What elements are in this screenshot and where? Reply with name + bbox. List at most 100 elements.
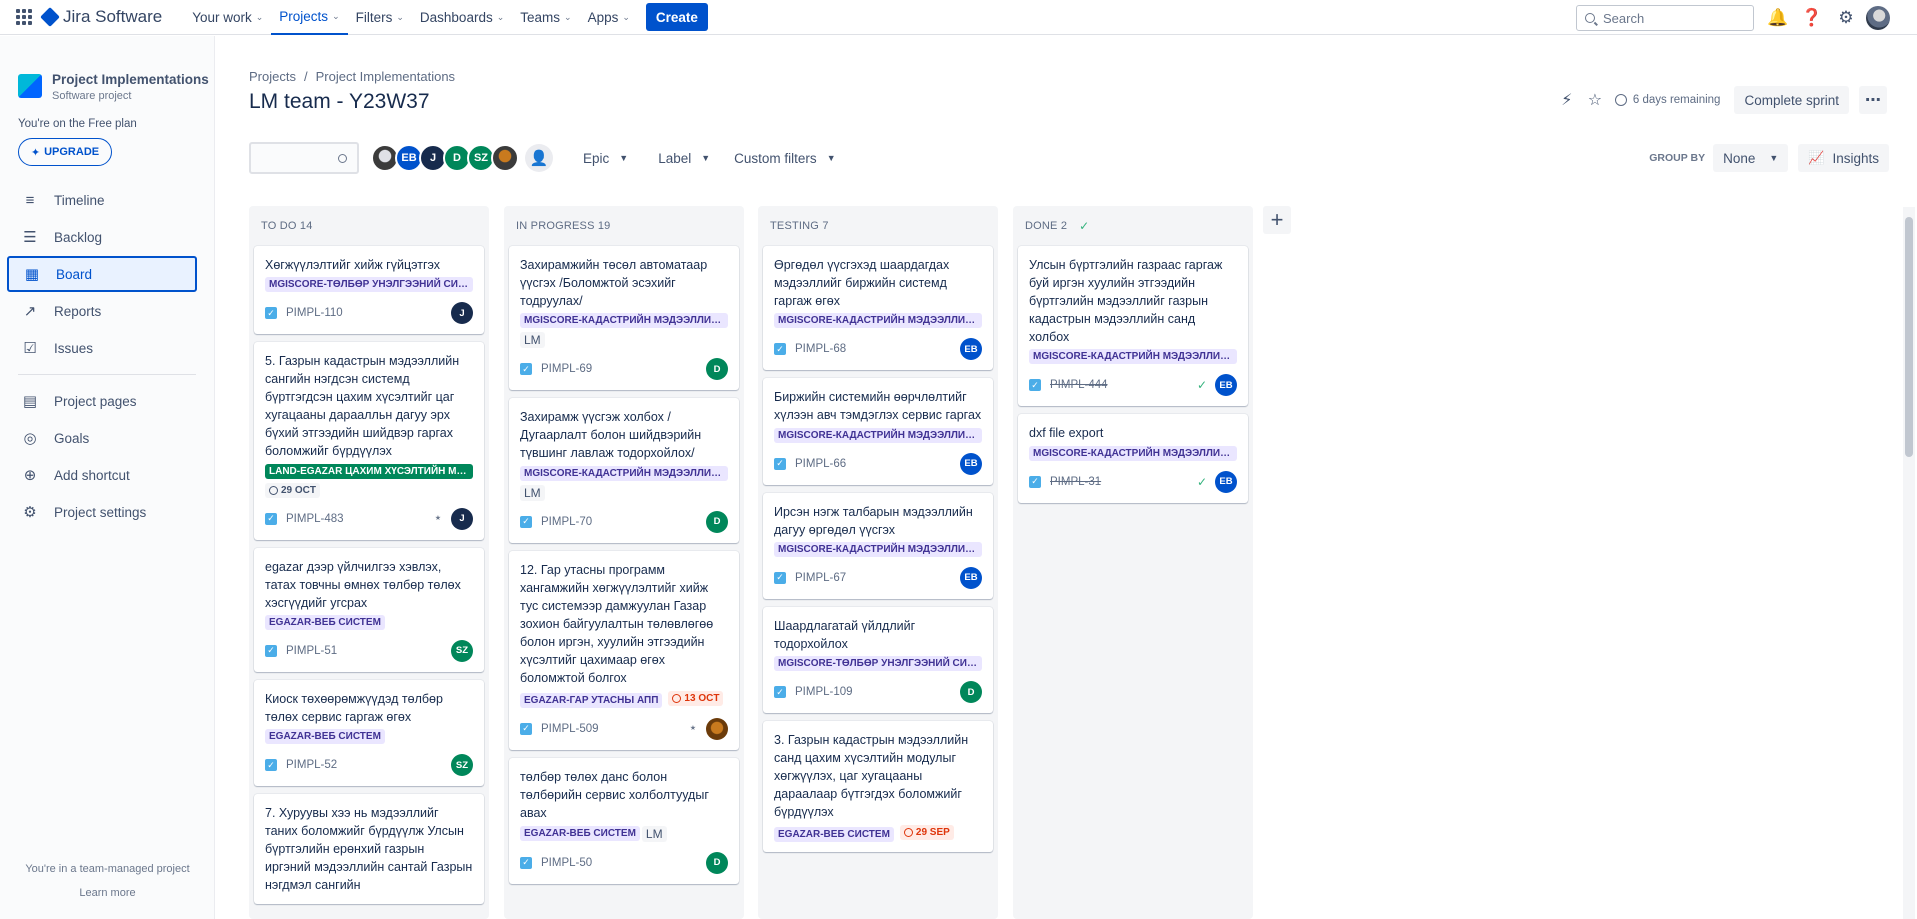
breadcrumb-projects[interactable]: Projects (249, 69, 296, 84)
custom-filters[interactable]: Custom filters ▼ (734, 151, 835, 166)
issue-card[interactable]: Өргөдөл үүсгэхэд шаардагдах мэдээллийг б… (763, 246, 993, 371)
issue-card[interactable]: Захирамж үүсгэж холбох / Дугаарлалт боло… (509, 398, 739, 543)
sidebar-item-board[interactable]: ▦ Board (7, 256, 197, 292)
column-header[interactable]: IN PROGRESS 19 (504, 206, 744, 246)
card-footer-right: EB (960, 452, 982, 475)
nav-menu-projects[interactable]: Projects ⌄ (271, 0, 348, 35)
breadcrumb-project[interactable]: Project Implementations (316, 69, 455, 84)
sidebar-item-goals[interactable]: ◎ Goals (0, 420, 214, 456)
insights-button[interactable]: 📈 Insights (1798, 144, 1889, 172)
column-header[interactable]: TESTING 7 (758, 206, 998, 246)
sidebar-item-project-pages[interactable]: ▤ Project pages (0, 383, 214, 419)
issue-key[interactable]: PIMPL-68 (795, 343, 846, 355)
add-column-icon[interactable]: + (1263, 206, 1291, 234)
learn-more-link[interactable]: Learn more (0, 887, 215, 899)
project-header[interactable]: Project Implementations Software project (0, 36, 214, 102)
assignee-avatar[interactable]: D (706, 851, 728, 874)
group-by-select[interactable]: None ▼ (1713, 144, 1789, 172)
issue-card[interactable]: egazar дээр үйлчилгээ хэвлэх, татах товч… (254, 547, 484, 672)
search-input[interactable]: Search (1576, 5, 1754, 31)
issue-card[interactable]: dxf file export MGISCORE-КАДАСТРИЙН МЭДЭЭ… (1018, 414, 1248, 503)
sidebar-item-project-settings[interactable]: ⚙ Project settings (0, 494, 214, 530)
sidebar-item-reports[interactable]: ↗ Reports (0, 293, 214, 329)
issue-key[interactable]: PIMPL-69 (541, 363, 592, 375)
assignee-avatar[interactable]: EB (960, 452, 982, 475)
issue-key[interactable]: PIMPL-110 (286, 307, 343, 319)
create-button[interactable]: Create (645, 3, 708, 31)
issue-card[interactable]: Захирамжийн төсөл автоматаар үүсгэх /Бол… (509, 246, 739, 391)
assignee-avatar[interactable]: D (706, 358, 728, 381)
column-header[interactable]: DONE 2 ✓ (1013, 206, 1253, 246)
issue-card[interactable]: 7. Хуруувы хээ нь мэдээллийг таних болом… (254, 794, 484, 905)
settings-gear-icon[interactable]: ⚙ (1832, 4, 1860, 32)
assignee-avatar[interactable]: D (960, 681, 982, 704)
upgrade-button[interactable]: ✦ UPGRADE (18, 138, 112, 166)
jira-logo[interactable]: Jira Software (40, 7, 162, 27)
assignee-avatar[interactable]: J (451, 302, 473, 325)
issue-summary: 12. Гар утасны программ хангамжийн хөгжү… (520, 562, 714, 685)
sprint-remaining[interactable]: 6 days remaining (1614, 94, 1720, 106)
assignee-avatar[interactable]: EB (960, 566, 982, 589)
task-type-icon: ✓ (520, 722, 532, 735)
nav-menu-label: Projects (279, 8, 329, 24)
board-scrollbar[interactable] (1903, 207, 1915, 919)
issue-key[interactable]: PIMPL-70 (541, 516, 592, 528)
nav-menu-your-work[interactable]: Your work ⌄ (184, 0, 271, 35)
issue-key[interactable]: PIMPL-109 (795, 686, 853, 698)
board-search-input[interactable] (249, 142, 359, 174)
automation-lightning-icon[interactable]: ⚡ (1553, 86, 1581, 114)
board-column: IN PROGRESS 19 Захирамжийн төсөл автомата… (504, 206, 744, 919)
issue-card[interactable]: 3. Газрын кадастрын мэдээллийн санд цахи… (763, 721, 993, 853)
nav-menu-filters[interactable]: Filters ⌄ (348, 0, 412, 35)
column-header[interactable]: TO DO 14 (249, 206, 489, 246)
issue-card[interactable]: 5. Газрын кадастрын мэдээллийн сангийн н… (254, 342, 484, 540)
sidebar-item-timeline[interactable]: ≡ Timeline (0, 182, 214, 218)
assignee-avatar[interactable]: J (451, 507, 473, 530)
issue-key[interactable]: PIMPL-50 (541, 857, 592, 869)
app-switcher-icon[interactable] (13, 6, 35, 28)
issue-key[interactable]: PIMPL-51 (286, 645, 337, 657)
assignee-avatar[interactable]: EB (1215, 470, 1237, 493)
child-issues-icon[interactable]: ⭑ (435, 512, 441, 525)
help-icon[interactable]: ❓ (1798, 4, 1826, 32)
issue-key[interactable]: PIMPL-52 (286, 759, 337, 771)
star-icon[interactable]: ☆ (1581, 86, 1609, 114)
epic-filter[interactable]: Epic ▼ (583, 151, 628, 166)
issue-key[interactable]: PIMPL-67 (795, 572, 846, 584)
scrollbar-thumb[interactable] (1905, 217, 1913, 457)
sidebar-item-add-shortcut[interactable]: ⊕ Add shortcut (0, 457, 214, 493)
issue-key[interactable]: PIMPL-31 (1050, 476, 1101, 488)
label-filter[interactable]: Label ▼ (658, 151, 710, 166)
sidebar-item-backlog[interactable]: ☰ Backlog (0, 219, 214, 255)
issue-card[interactable]: Улсын бүртгэлийн газраас гаргаж буй иргэ… (1018, 246, 1248, 407)
more-actions-icon[interactable]: ⋯ (1859, 86, 1887, 114)
assignee-avatar[interactable]: D (706, 510, 728, 533)
assignee-avatar[interactable] (706, 717, 728, 740)
chevron-down-icon: ⌄ (332, 10, 340, 21)
add-people-icon[interactable]: 👤 (525, 144, 553, 172)
sidebar-item-issues[interactable]: ☑ Issues (0, 330, 214, 366)
issue-card[interactable]: Ирсэн нэгж талбарын мэдээллийн дагуу өрг… (763, 492, 993, 599)
nav-menu-teams[interactable]: Teams ⌄ (512, 0, 579, 35)
issue-card[interactable]: Биржийн системийн өөрчлөлтийг хүлээн авч… (763, 378, 993, 485)
assignee-avatar[interactable]: SZ (451, 754, 473, 777)
child-issues-icon[interactable]: ⭑ (690, 722, 696, 735)
issue-card[interactable]: 12. Гар утасны программ хангамжийн хөгжү… (509, 550, 739, 750)
issue-card[interactable]: Шаардлагатай үйлдлийг тодорхойлох MGISCOR… (763, 606, 993, 714)
user-avatar[interactable] (1866, 6, 1890, 30)
assignee-avatar[interactable]: EB (1215, 374, 1237, 397)
nav-menu-dashboards[interactable]: Dashboards ⌄ (412, 0, 512, 35)
issue-card[interactable]: Киоск төхөөрөмжүүдэд төлбөр төлөх сервис… (254, 679, 484, 787)
notifications-bell-icon[interactable]: 🔔 (1764, 4, 1792, 32)
assignee-avatar[interactable]: EB (960, 338, 982, 361)
nav-menu-apps[interactable]: Apps ⌄ (580, 0, 638, 35)
issue-key[interactable]: PIMPL-66 (795, 458, 846, 470)
issue-key[interactable]: PIMPL-483 (286, 513, 344, 525)
issue-key[interactable]: PIMPL-444 (1050, 379, 1108, 391)
issue-card[interactable]: төлбөр төлөх данс болон төлбөрийн сервис… (509, 757, 739, 884)
assignee-avatar[interactable]: SZ (451, 639, 473, 662)
complete-sprint-button[interactable]: Complete sprint (1734, 86, 1849, 114)
issue-card[interactable]: Хөгжүүлэлтийг хийж гүйцэтгэх MGISCORE-ТӨЛ… (254, 246, 484, 335)
member-avatar[interactable] (491, 144, 519, 172)
issue-key[interactable]: PIMPL-509 (541, 723, 599, 735)
